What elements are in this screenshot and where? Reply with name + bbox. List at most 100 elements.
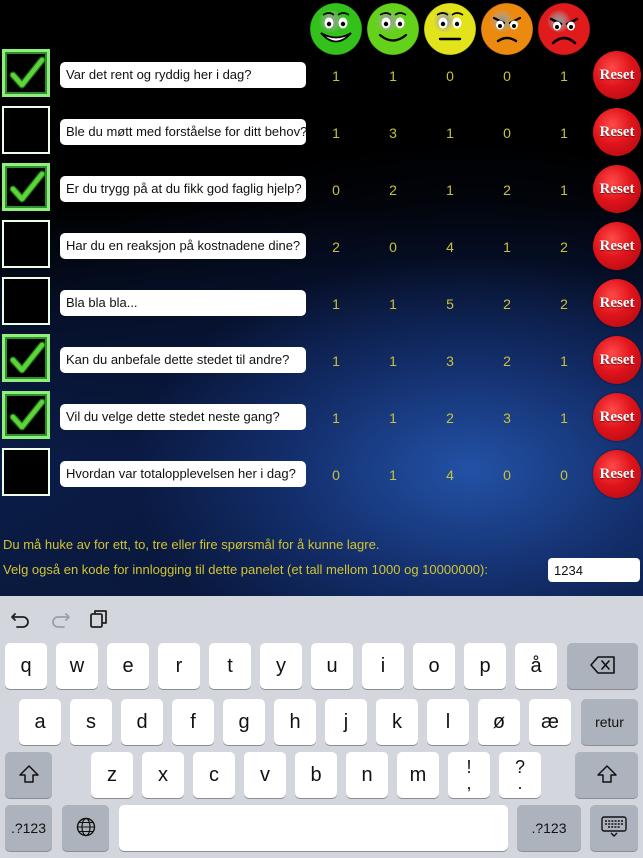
return-key[interactable]: retur <box>581 699 638 745</box>
vote-count: 2 <box>332 239 340 255</box>
key-w[interactable]: w <box>56 643 98 689</box>
vote-count: 1 <box>389 467 397 483</box>
key-h[interactable]: h <box>274 699 316 745</box>
vote-count: 1 <box>389 68 397 84</box>
key-v[interactable]: v <box>244 752 286 798</box>
space-key[interactable] <box>119 805 508 851</box>
key-m[interactable]: m <box>397 752 439 798</box>
annoyed-face-icon <box>480 2 534 56</box>
vote-count: 3 <box>389 125 397 141</box>
vote-count: 2 <box>446 410 454 426</box>
question-checkbox[interactable] <box>2 49 50 97</box>
question-text-field[interactable]: Bla bla bla... <box>60 290 306 316</box>
vote-count: 1 <box>446 125 454 141</box>
vote-count: 2 <box>503 296 511 312</box>
vote-count: 1 <box>389 296 397 312</box>
key-n[interactable]: n <box>346 752 388 798</box>
reset-button[interactable]: Reset <box>593 222 641 270</box>
code-input[interactable] <box>548 558 640 582</box>
reset-button[interactable]: Reset <box>593 279 641 327</box>
key-i[interactable]: i <box>362 643 404 689</box>
key-f[interactable]: f <box>172 699 214 745</box>
key-å[interactable]: å <box>515 643 557 689</box>
vote-count: 1 <box>560 353 568 369</box>
code-label: Velg også en kode for innlogging til det… <box>3 562 488 577</box>
key-bottom-glyph: . <box>517 773 523 793</box>
key-r[interactable]: r <box>158 643 200 689</box>
key-j[interactable]: j <box>325 699 367 745</box>
question-text-field[interactable]: Har du en reaksjon på kostnadene dine? <box>60 233 306 259</box>
reset-button[interactable]: Reset <box>593 165 641 213</box>
question-text-field[interactable]: Hvordan var totalopplevelsen her i dag? <box>60 461 306 487</box>
vote-count: 2 <box>503 182 511 198</box>
key-k[interactable]: k <box>376 699 418 745</box>
keyboard-dismiss-icon <box>601 815 627 841</box>
shift-key-left[interactable] <box>5 752 52 798</box>
question-checkbox[interactable] <box>2 163 50 211</box>
very-happy-face-icon <box>309 2 363 56</box>
vote-count: 4 <box>446 239 454 255</box>
reset-button[interactable]: Reset <box>593 450 641 498</box>
reset-button[interactable]: Reset <box>593 336 641 384</box>
key-d[interactable]: d <box>121 699 163 745</box>
numbers-key-left[interactable]: .?123 <box>5 805 52 851</box>
undo-icon[interactable] <box>10 608 32 630</box>
globe-key[interactable] <box>62 805 109 851</box>
numbers-key-right[interactable]: .?123 <box>517 805 581 851</box>
vote-count: 1 <box>560 182 568 198</box>
vote-count: 1 <box>560 125 568 141</box>
question-checkbox[interactable] <box>2 448 50 496</box>
question-text-field[interactable]: Var det rent og ryddig her i dag? <box>60 62 306 88</box>
key-o[interactable]: o <box>413 643 455 689</box>
question-checkbox[interactable] <box>2 220 50 268</box>
key-question[interactable]: ?. <box>499 752 541 798</box>
key-t[interactable]: t <box>209 643 251 689</box>
key-y[interactable]: y <box>260 643 302 689</box>
redo-icon[interactable] <box>49 608 71 630</box>
key-q[interactable]: q <box>5 643 47 689</box>
hide-keyboard-key[interactable] <box>590 805 638 851</box>
vote-count: 1 <box>332 353 340 369</box>
key-æ[interactable]: æ <box>529 699 571 745</box>
question-checkbox[interactable] <box>2 106 50 154</box>
question-row: Ble du møtt med forståelse for ditt beho… <box>0 106 643 160</box>
reset-button[interactable]: Reset <box>593 108 641 156</box>
backspace-key[interactable] <box>567 643 638 689</box>
vote-count: 4 <box>446 467 454 483</box>
shift-key-right[interactable] <box>575 752 638 798</box>
vote-count: 2 <box>389 182 397 198</box>
feedback-panel: Var det rent og ryddig her i dag? 1 1 0 0 1 Re… <box>0 0 643 596</box>
reset-button[interactable]: Reset <box>593 51 641 99</box>
key-u[interactable]: u <box>311 643 353 689</box>
key-exclamation[interactable]: !, <box>448 752 490 798</box>
question-row: Har du en reaksjon på kostnadene dine? 2 0… <box>0 220 643 274</box>
question-text-field[interactable]: Vil du velge dette stedet neste gang? <box>60 404 306 430</box>
question-checkbox[interactable] <box>2 391 50 439</box>
vote-count: 1 <box>560 410 568 426</box>
question-row: Var det rent og ryddig her i dag? 1 1 0 0 1 Re… <box>0 49 643 103</box>
question-checkbox[interactable] <box>2 334 50 382</box>
vote-count: 1 <box>503 239 511 255</box>
question-text-field[interactable]: Er du trygg på at du fikk god faglig hje… <box>60 176 306 202</box>
key-e[interactable]: e <box>107 643 149 689</box>
key-ø[interactable]: ø <box>478 699 520 745</box>
question-text-field[interactable]: Ble du møtt med forståelse for ditt beho… <box>60 119 306 145</box>
question-text-field[interactable]: Kan du anbefale dette stedet til andre? <box>60 347 306 373</box>
paste-icon[interactable] <box>88 608 110 630</box>
key-g[interactable]: g <box>223 699 265 745</box>
key-l[interactable]: l <box>427 699 469 745</box>
key-s[interactable]: s <box>70 699 112 745</box>
key-c[interactable]: c <box>193 752 235 798</box>
vote-count: 0 <box>503 68 511 84</box>
reset-button[interactable]: Reset <box>593 393 641 441</box>
key-b[interactable]: b <box>295 752 337 798</box>
vote-count: 0 <box>560 467 568 483</box>
question-checkbox[interactable] <box>2 277 50 325</box>
question-row: Bla bla bla... 1 1 5 2 2 Reset <box>0 277 643 331</box>
vote-count: 1 <box>446 182 454 198</box>
key-x[interactable]: x <box>142 752 184 798</box>
key-a[interactable]: a <box>19 699 61 745</box>
key-p[interactable]: p <box>464 643 506 689</box>
key-z[interactable]: z <box>91 752 133 798</box>
vote-count: 5 <box>446 296 454 312</box>
